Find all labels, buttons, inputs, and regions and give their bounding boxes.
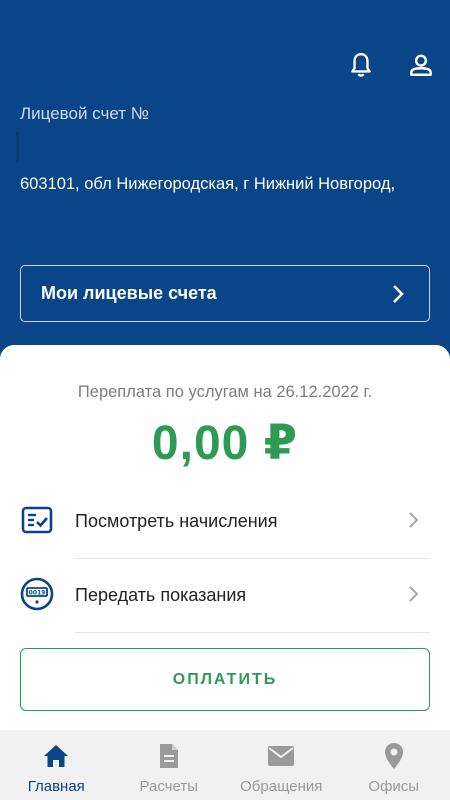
bottom-navigation: Главная Расчеты Обращения Офисы — [0, 730, 450, 800]
location-pin-icon — [380, 742, 408, 770]
nav-label-payments: Расчеты — [139, 778, 199, 795]
view-charges-item[interactable]: Посмотреть начисления — [20, 485, 430, 559]
nav-label-home: Главная — [27, 778, 85, 795]
submit-readings-item[interactable]: 0019 Передать показания — [20, 559, 430, 633]
chevron-right-icon — [409, 586, 419, 602]
my-accounts-button[interactable]: Мои лицевые счета — [20, 265, 430, 322]
mail-icon — [267, 742, 295, 770]
svg-text:0019: 0019 — [29, 590, 46, 597]
nav-label-offices: Офисы — [368, 778, 420, 795]
nav-label-requests: Обращения — [240, 778, 323, 795]
my-accounts-label: Мои лицевые счета — [41, 283, 217, 303]
account-header: Лицевой счет № 603101, обл Нижегородская… — [0, 0, 450, 360]
submit-readings-label: Передать показания — [75, 585, 247, 605]
divider — [75, 632, 430, 633]
meter-icon: 0019 — [20, 577, 54, 611]
nav-item-offices[interactable]: Офисы — [338, 730, 450, 800]
document-icon — [155, 742, 183, 770]
chevron-right-icon — [393, 284, 404, 303]
pay-button[interactable]: ОПЛАТИТЬ — [20, 648, 430, 711]
account-address: 603101, обл Нижегородская, г Нижний Новг… — [20, 175, 396, 193]
overpay-caption: Переплата по услугам на 26.12.2022 г. — [77, 383, 373, 401]
view-charges-label: Посмотреть начисления — [75, 511, 278, 531]
nav-item-requests[interactable]: Обращения — [225, 730, 338, 800]
account-number-label: Лицевой счет № — [20, 104, 149, 123]
balance-card: Переплата по услугам на 26.12.2022 г. 0,… — [0, 345, 450, 730]
account-number-redacted — [16, 132, 19, 162]
chevron-right-icon — [409, 512, 419, 528]
home-icon — [42, 742, 70, 770]
bell-icon[interactable] — [346, 50, 376, 80]
invoice-check-icon — [21, 506, 53, 534]
nav-item-payments[interactable]: Расчеты — [113, 730, 226, 800]
balance-amount: 0,00 ₽ — [151, 417, 299, 470]
user-icon[interactable] — [406, 50, 436, 80]
nav-item-home[interactable]: Главная — [0, 730, 113, 800]
